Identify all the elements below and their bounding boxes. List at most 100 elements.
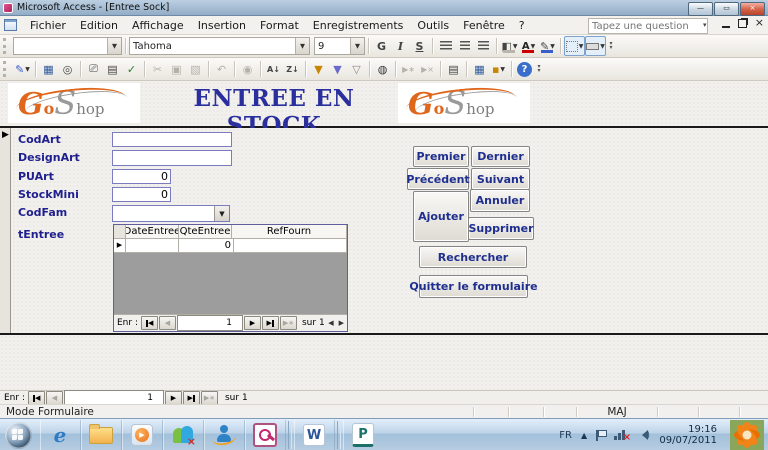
toolbar-options-icon[interactable]: ▾ ▾ xyxy=(534,60,544,78)
special-effect-icon[interactable]: ▼ xyxy=(564,36,585,56)
ajouter-button[interactable]: Ajouter xyxy=(413,191,469,242)
access-app-icon[interactable] xyxy=(3,2,13,13)
underline-button[interactable]: S xyxy=(410,37,429,55)
form-view-icon[interactable]: ✎ ▼ xyxy=(13,60,32,78)
codfam-combo[interactable]: ▼ xyxy=(112,205,230,222)
toolbar-options-icon[interactable]: ▾ ▾ xyxy=(606,37,616,55)
apply-filter-icon[interactable]: ▽ xyxy=(347,60,366,78)
undo-icon[interactable]: ↶ xyxy=(212,60,231,78)
first-record-button[interactable]: ◀ xyxy=(140,316,158,330)
filter-by-form-icon[interactable]: ▼ xyxy=(328,60,347,78)
question-dropdown-icon[interactable]: ▾ xyxy=(703,21,707,29)
menu-fenetre[interactable]: Fenêtre xyxy=(456,17,512,34)
annuler-button[interactable]: Annuler xyxy=(470,189,530,212)
align-left-icon[interactable] xyxy=(436,37,455,55)
font-size-combo[interactable]: 9 ▼ xyxy=(314,37,365,55)
chevron-down-icon[interactable]: ▼ xyxy=(295,38,309,54)
first-record-button[interactable]: ◀ xyxy=(27,391,45,405)
cut-icon[interactable]: ✂ xyxy=(148,60,167,78)
last-record-button[interactable]: ▶ xyxy=(261,316,279,330)
filter-by-selection-icon[interactable]: ▼ xyxy=(309,60,328,78)
menu-aide[interactable]: ? xyxy=(512,17,532,34)
scroll-left-icon[interactable]: ◀ xyxy=(328,319,333,327)
align-right-icon[interactable] xyxy=(474,37,493,55)
designart-input[interactable] xyxy=(112,150,232,166)
object-combo[interactable]: ▼ xyxy=(13,37,122,55)
chevron-down-icon[interactable]: ▼ xyxy=(107,38,121,54)
language-indicator[interactable]: FR xyxy=(559,430,572,441)
precedent-button[interactable]: Précédent xyxy=(406,168,470,190)
supprimer-button[interactable]: Supprimer xyxy=(468,217,534,240)
col-header-reffourn[interactable]: RefFourn xyxy=(232,225,347,239)
menu-insertion[interactable]: Insertion xyxy=(191,17,253,34)
media-player-icon[interactable]: ▶ xyxy=(122,420,163,450)
mdi-minimize-icon[interactable] xyxy=(721,18,730,28)
stockmini-input[interactable] xyxy=(112,187,171,202)
chevron-down-icon[interactable]: ▼ xyxy=(214,206,229,221)
cell-qteentree[interactable]: 0 xyxy=(179,239,234,253)
hidden-icons-icon[interactable]: ▲ xyxy=(581,431,587,440)
next-record-button[interactable]: ▶ xyxy=(164,391,182,405)
paste-icon[interactable]: ▧ xyxy=(186,60,205,78)
premier-button[interactable]: Premier xyxy=(413,146,469,167)
restore-button[interactable]: ▭ xyxy=(714,1,739,16)
menu-outils[interactable]: Outils xyxy=(410,17,456,34)
help-icon[interactable]: ? xyxy=(517,61,532,77)
action-center-icon[interactable] xyxy=(596,429,607,441)
sort-ascending-icon[interactable]: A↓ xyxy=(264,60,283,78)
menu-format[interactable]: Format xyxy=(253,17,306,34)
print-preview-icon[interactable]: ▤ xyxy=(103,60,122,78)
menu-enregistrements[interactable]: Enregistrements xyxy=(306,17,411,34)
font-color-icon[interactable]: A ▼ xyxy=(519,37,538,55)
scroll-right-icon[interactable]: ▶ xyxy=(339,319,344,327)
word-icon[interactable]: W xyxy=(294,420,335,450)
new-record-button[interactable]: ▶∗ xyxy=(200,391,218,405)
codart-input[interactable] xyxy=(112,132,232,147)
align-center-icon[interactable] xyxy=(455,37,474,55)
italic-button[interactable]: I xyxy=(391,37,410,55)
row-selector-cell[interactable]: ▶ xyxy=(114,239,126,253)
new-record-icon[interactable]: ▶∗ xyxy=(399,60,418,78)
find-icon[interactable]: ◍ xyxy=(373,60,392,78)
line-border-width-icon[interactable]: ▼ xyxy=(585,36,606,56)
sort-descending-icon[interactable]: Z↓ xyxy=(283,60,302,78)
select-all-cell[interactable] xyxy=(114,225,126,239)
bold-button[interactable]: G xyxy=(372,37,391,55)
mdi-restore-icon[interactable] xyxy=(737,18,747,28)
file-search-icon[interactable]: ◎ xyxy=(58,60,77,78)
delete-record-icon[interactable]: ▶× xyxy=(418,60,437,78)
save-icon[interactable]: ▦ xyxy=(39,60,58,78)
clock[interactable]: 19:16 09/07/2011 xyxy=(659,424,717,447)
internet-explorer-icon[interactable]: e xyxy=(40,420,81,450)
access-taskbar-icon[interactable] xyxy=(245,420,286,450)
spelling-icon[interactable]: ✓ xyxy=(122,60,141,78)
minimize-button[interactable]: — xyxy=(688,1,713,16)
insert-hyperlink-icon[interactable]: ◉ xyxy=(238,60,257,78)
next-record-button[interactable]: ▶ xyxy=(243,316,261,330)
print-icon[interactable]: ⎚ xyxy=(84,60,103,78)
dernier-button[interactable]: Dernier xyxy=(471,146,530,167)
cell-dateentree[interactable] xyxy=(126,239,179,253)
record-number-input[interactable] xyxy=(176,315,243,331)
font-name-combo[interactable]: Tahoma ▼ xyxy=(129,37,310,55)
menu-edition[interactable]: Edition xyxy=(73,17,125,34)
new-object-icon[interactable]: ▪ ▼ xyxy=(489,60,508,78)
ask-question-input[interactable] xyxy=(588,18,708,34)
msn-icon[interactable] xyxy=(204,420,245,450)
puart-input[interactable] xyxy=(112,169,171,184)
windows-explorer-icon[interactable] xyxy=(81,420,122,450)
quitter-button[interactable]: Quitter le formulaire xyxy=(409,275,538,298)
fill-color-icon[interactable]: ◧ ▼ xyxy=(500,37,519,55)
last-record-button[interactable]: ▶ xyxy=(182,391,200,405)
toolbar-drag-handle[interactable] xyxy=(3,38,10,54)
properties-icon[interactable]: ▤ xyxy=(444,60,463,78)
form-system-icon[interactable] xyxy=(4,19,17,31)
messenger-icon[interactable]: × xyxy=(163,420,204,450)
toolbar-drag-handle[interactable] xyxy=(3,61,10,77)
menu-fichier[interactable]: Fichier xyxy=(23,17,73,34)
mdi-close-icon[interactable]: × xyxy=(755,17,764,28)
col-header-qteentree[interactable]: QteEntree xyxy=(179,225,232,239)
line-color-icon[interactable]: ✎ ▼ xyxy=(538,37,557,55)
previous-record-button[interactable]: ◀ xyxy=(45,391,63,405)
rechercher-button[interactable]: Rechercher xyxy=(419,246,527,268)
